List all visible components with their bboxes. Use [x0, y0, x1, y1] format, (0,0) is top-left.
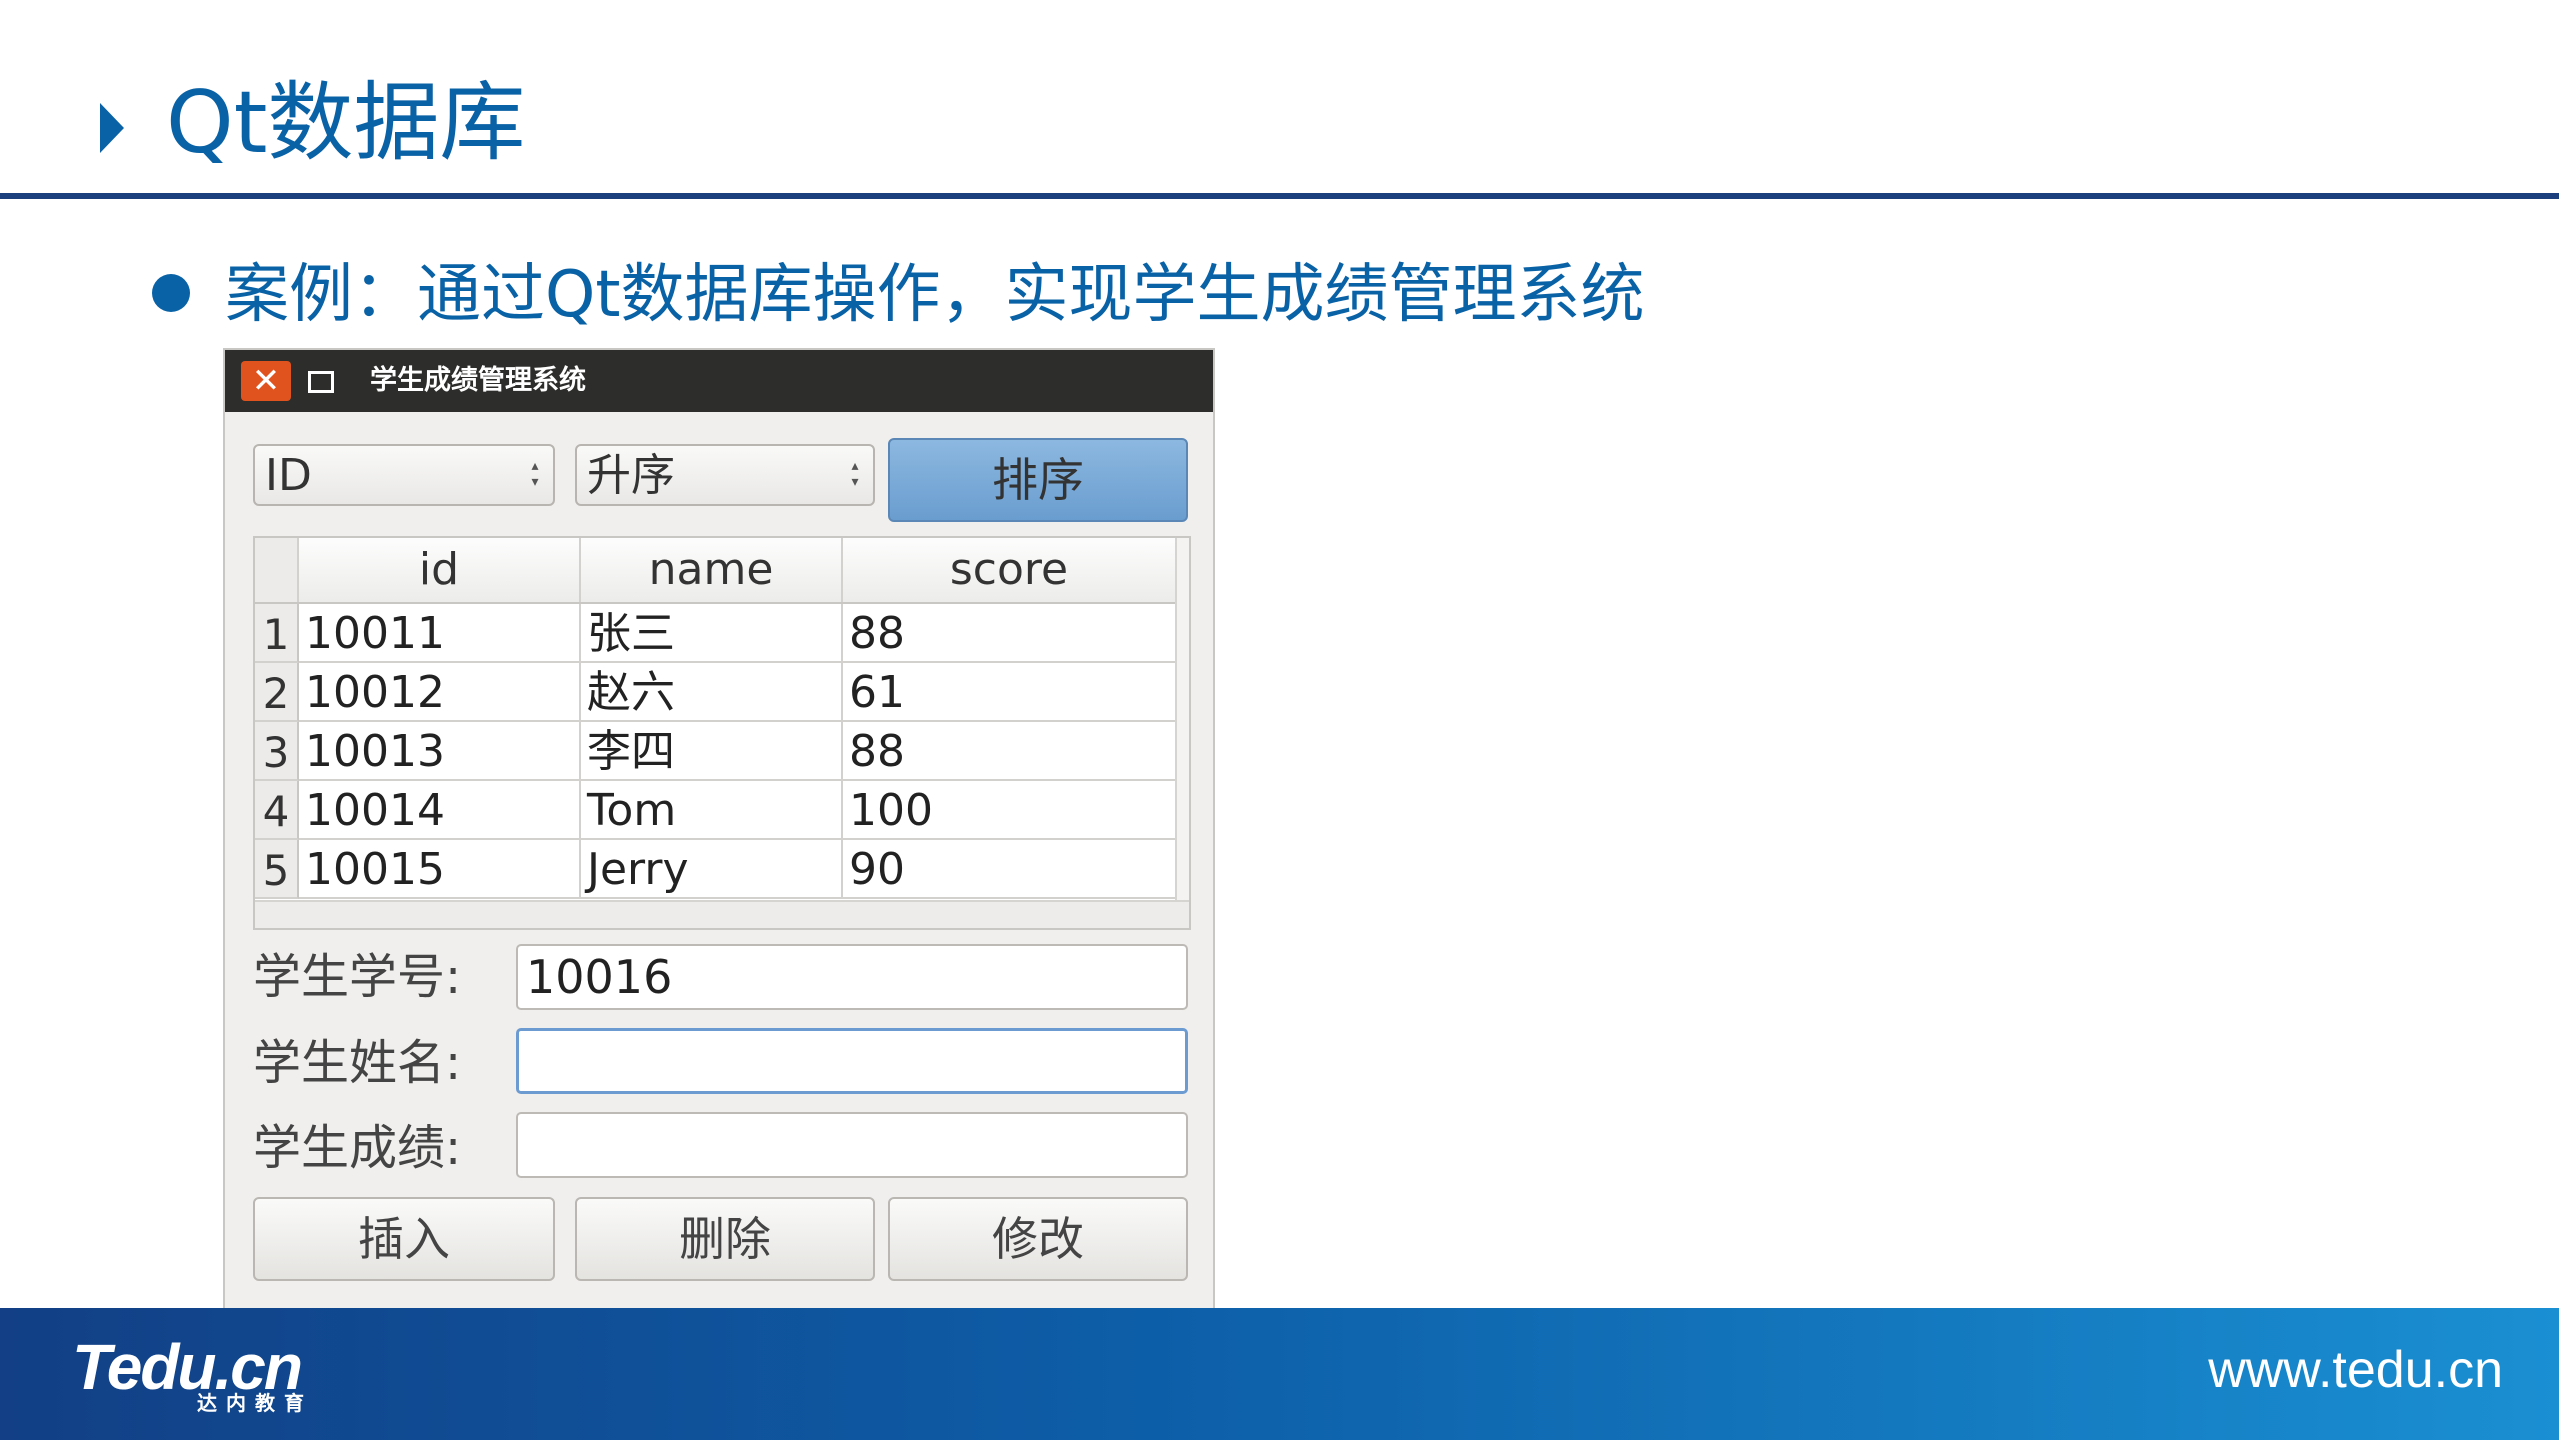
maximize-button[interactable]	[295, 361, 345, 401]
cell-score[interactable]: 88	[843, 722, 1177, 781]
student-id-input[interactable]: 10016	[516, 944, 1188, 1010]
student-id-label: 学生学号:	[253, 949, 462, 1005]
sort-field-value: ID	[265, 450, 312, 501]
cell-score[interactable]: 90	[843, 840, 1177, 899]
cell-id[interactable]: 10011	[299, 604, 581, 663]
slide-title: Qt数据库	[166, 73, 526, 173]
table-row[interactable]: 1 10011 张三 88	[255, 604, 1189, 663]
cell-name[interactable]: 赵六	[581, 663, 843, 722]
cell-name[interactable]: Jerry	[581, 840, 843, 899]
student-name-input[interactable]	[516, 1028, 1188, 1094]
spinner-arrows-icon: ▴ ▾	[531, 458, 539, 490]
table-row[interactable]: 3 10013 李四 88	[255, 722, 1189, 781]
sort-order-select[interactable]: 升序 ▴ ▾	[575, 444, 875, 506]
column-header-score[interactable]: score	[843, 538, 1177, 602]
modify-button[interactable]: 修改	[888, 1197, 1188, 1281]
table-header: id name score	[255, 538, 1189, 604]
cell-id[interactable]: 10012	[299, 663, 581, 722]
sort-order-value: 升序	[587, 450, 675, 501]
cell-score[interactable]: 100	[843, 781, 1177, 840]
row-number[interactable]: 4	[255, 781, 299, 840]
horizontal-scrollbar[interactable]	[255, 900, 1189, 928]
table-row[interactable]: 4 10014 Tom 100	[255, 781, 1189, 840]
cell-name[interactable]: 张三	[581, 604, 843, 663]
footer-bar	[0, 1308, 2559, 1440]
cell-score[interactable]: 61	[843, 663, 1177, 722]
column-header-id[interactable]: id	[299, 538, 581, 602]
maximize-icon	[308, 371, 334, 393]
row-number[interactable]: 2	[255, 663, 299, 722]
column-header-name[interactable]: name	[581, 538, 843, 602]
cell-name[interactable]: Tom	[581, 781, 843, 840]
close-icon: ✕	[251, 361, 281, 401]
cell-score[interactable]: 88	[843, 604, 1177, 663]
cell-id[interactable]: 10013	[299, 722, 581, 781]
website-url: www.tedu.cn	[2208, 1341, 2503, 1399]
student-name-label: 学生姓名:	[253, 1035, 462, 1091]
sort-field-select[interactable]: ID ▴ ▾	[253, 444, 555, 506]
sort-button[interactable]: 排序	[888, 438, 1188, 522]
close-button[interactable]: ✕	[241, 361, 291, 401]
window-title: 学生成绩管理系统	[370, 365, 586, 396]
cell-name[interactable]: 李四	[581, 722, 843, 781]
row-number[interactable]: 3	[255, 722, 299, 781]
delete-button[interactable]: 删除	[575, 1197, 875, 1281]
vertical-scrollbar[interactable]	[1175, 538, 1189, 928]
row-number[interactable]: 1	[255, 604, 299, 663]
table-row[interactable]: 5 10015 Jerry 90	[255, 840, 1189, 899]
title-arrow-icon	[100, 103, 124, 153]
student-score-input[interactable]	[516, 1112, 1188, 1178]
title-divider	[0, 193, 2559, 199]
window-titlebar: ✕ 学生成绩管理系统	[225, 350, 1213, 412]
student-table[interactable]: id name score 1 10011 张三 88 2 10012 赵六 6…	[253, 536, 1191, 930]
bullet-text: 案例：通过Qt数据库操作，实现学生成绩管理系统	[225, 258, 1645, 332]
student-score-label: 学生成绩:	[253, 1120, 462, 1176]
insert-button[interactable]: 插入	[253, 1197, 555, 1281]
table-row[interactable]: 2 10012 赵六 61	[255, 663, 1189, 722]
tedu-logo-subtitle: 达内教育	[197, 1391, 313, 1415]
app-window: ✕ 学生成绩管理系统 ID ▴ ▾ 升序 ▴ ▾ 排序 id name score …	[225, 350, 1213, 1310]
corner-header[interactable]	[255, 538, 299, 602]
cell-id[interactable]: 10015	[299, 840, 581, 899]
cell-id[interactable]: 10014	[299, 781, 581, 840]
row-number[interactable]: 5	[255, 840, 299, 899]
spinner-arrows-icon: ▴ ▾	[851, 458, 859, 490]
bullet-icon	[152, 274, 190, 312]
